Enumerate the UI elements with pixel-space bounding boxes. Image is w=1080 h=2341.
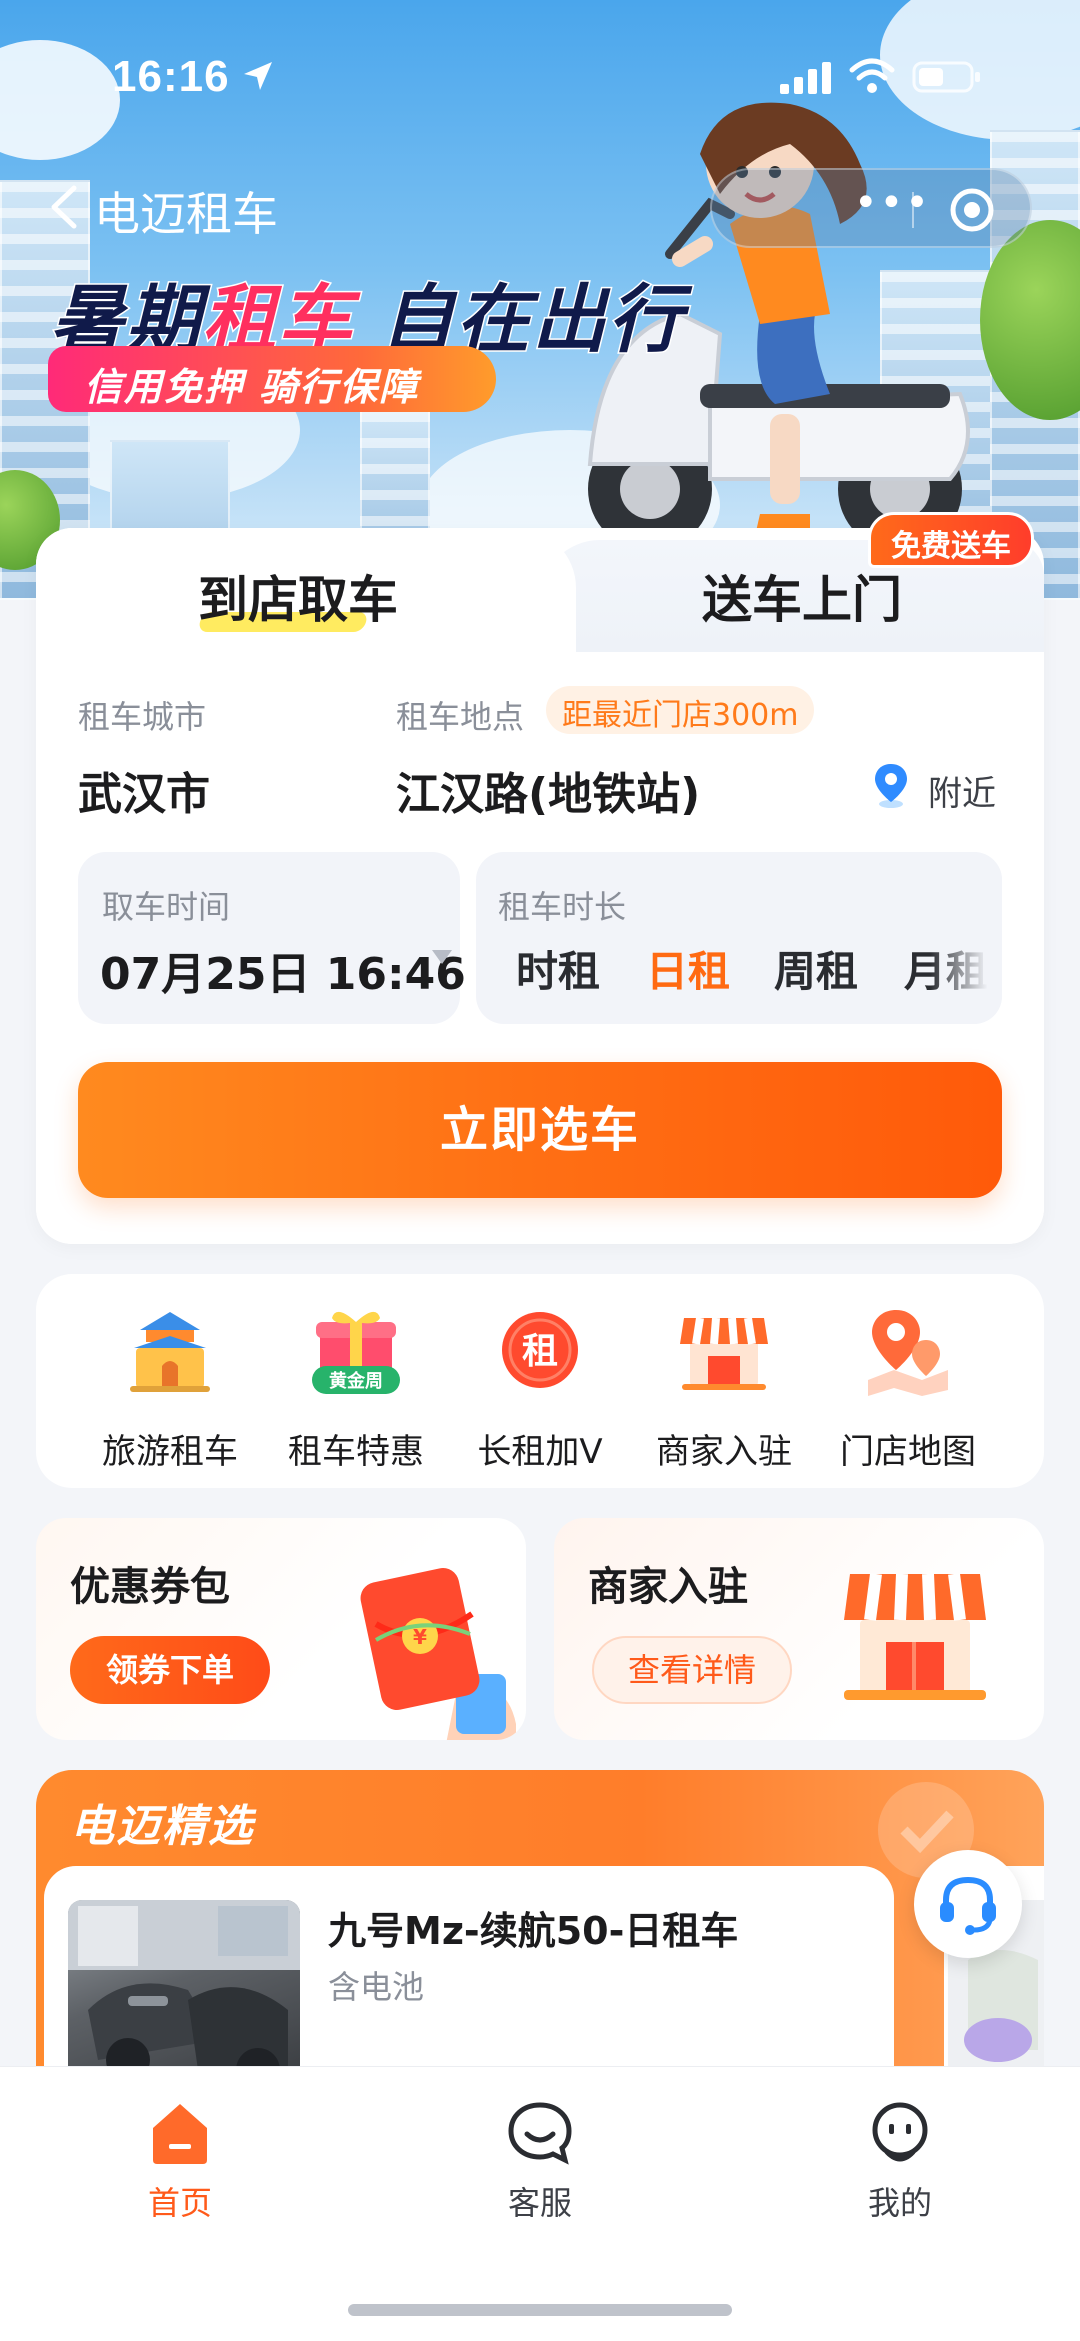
quick-action-travel-rental[interactable]: 旅游租车: [80, 1300, 260, 1473]
quick-action-label: 商家入驻: [656, 1432, 792, 1472]
svg-text:¥: ¥: [413, 1625, 427, 1649]
home-indicator: [348, 2304, 732, 2316]
banner-subtitle: 信用免押 骑行保障: [48, 346, 496, 412]
travel-gate-icon: [130, 1312, 210, 1392]
storefront-icon: [680, 1317, 768, 1390]
tab-customer-service[interactable]: 客服: [460, 2100, 620, 2224]
quick-action-long-rent-vip[interactable]: 租 长租加V: [450, 1300, 630, 1473]
tab-home[interactable]: 首页: [100, 2100, 260, 2224]
close-miniprogram-icon[interactable]: [948, 186, 996, 234]
nearby-button[interactable]: 附近: [928, 766, 996, 815]
claim-coupon-button[interactable]: 领券下单: [70, 1636, 270, 1704]
profile-face-icon: [872, 2102, 928, 2162]
gift-box-icon: 黄金周: [312, 1311, 400, 1394]
coupon-pack-card[interactable]: 优惠券包 领券下单 ¥: [36, 1518, 526, 1740]
hero-banner[interactable]: 16:16 电迈租车 ••• 暑期租车 自在出行 信用免押 骑行保障: [0, 0, 1080, 600]
city-label: 租车城市: [78, 698, 207, 736]
location-arrow-icon: [244, 62, 272, 90]
coupon-pack-title: 优惠券包: [70, 1564, 230, 1610]
quick-action-label: 旅游租车: [102, 1432, 238, 1472]
tab-delivery-label[interactable]: 送车上门: [702, 560, 902, 632]
location-value[interactable]: 江汉路(地铁站): [396, 758, 700, 822]
rent-badge-glyph: 租: [522, 1331, 558, 1372]
duration-option-weekly[interactable]: 周租: [774, 938, 858, 999]
status-bar: 16:16: [0, 0, 1080, 130]
miniprogram-capsule: •••: [710, 168, 1032, 248]
tab-customer-service-label: 客服: [507, 2184, 572, 2222]
view-details-button[interactable]: 查看详情: [592, 1636, 792, 1704]
battery-icon: [912, 61, 980, 93]
headset-icon: [940, 1876, 996, 1935]
featured-picks-title: 电迈精选: [70, 1801, 254, 1852]
cellular-signal-icon: [780, 62, 831, 94]
location-label: 租车地点: [396, 698, 525, 736]
chat-bubble-icon: [508, 2102, 572, 2165]
red-envelope-icon: ¥: [360, 1568, 516, 1740]
tab-mine-label: 我的: [867, 2184, 932, 2222]
nav-title: 电迈租车: [94, 187, 278, 241]
merchant-join-title: 商家入驻: [588, 1564, 748, 1610]
wifi-icon: [849, 58, 895, 93]
quick-action-rental-deals[interactable]: 黄金周 租车特惠: [266, 1300, 446, 1473]
capsule-divider: [912, 192, 914, 228]
storefront-icon: [844, 1573, 986, 1700]
duration-label: 租车时长: [498, 888, 627, 926]
merchant-join-card[interactable]: 商家入驻 查看详情: [554, 1518, 1044, 1740]
dropdown-caret-icon: [432, 950, 452, 964]
map-pin-icon: [868, 1310, 948, 1396]
vehicle-subtitle: 含电池: [328, 1968, 425, 2006]
gift-badge-text: 黄金周: [329, 1370, 383, 1392]
quick-action-merchant-join[interactable]: 商家入驻: [634, 1300, 814, 1473]
quick-action-label: 长租加V: [477, 1432, 603, 1472]
quick-action-label: 门店地图: [840, 1432, 976, 1472]
tab-store-pickup-label[interactable]: 到店取车: [198, 560, 398, 632]
duration-option-daily[interactable]: 日租: [646, 938, 730, 999]
select-vehicle-button[interactable]: 立即选车: [78, 1062, 1002, 1198]
vehicle-name: 九号Mz-续航50-日租车: [328, 1909, 739, 1953]
duration-scroll-fade: [930, 852, 1002, 1024]
rent-badge-icon: 租: [502, 1312, 578, 1388]
quick-action-label: 租车特惠: [288, 1432, 424, 1472]
back-chevron-icon[interactable]: [44, 182, 84, 232]
vehicle-photo: [68, 1900, 300, 2080]
duration-option-hourly[interactable]: 时租: [516, 938, 600, 999]
tab-home-label: 首页: [147, 2184, 212, 2222]
status-time: 16:16: [112, 52, 230, 101]
location-pin-icon[interactable]: [872, 762, 910, 808]
quick-action-store-map[interactable]: 门店地图: [818, 1300, 998, 1473]
more-menu-icon[interactable]: •••: [854, 180, 931, 226]
nearest-store-tag: 距最近门店300m: [546, 686, 815, 734]
city-value[interactable]: 武汉市: [78, 758, 210, 822]
free-delivery-badge: 免费送车: [868, 512, 1034, 568]
pickup-time-label: 取车时间: [102, 888, 231, 926]
pickup-time-value[interactable]: 07月25日 16:46: [100, 938, 466, 1002]
tab-mine[interactable]: 我的: [820, 2100, 980, 2224]
scooter-photo-image: [68, 1900, 300, 2080]
home-icon: [153, 2104, 207, 2164]
customer-service-float-button[interactable]: [914, 1850, 1022, 1958]
